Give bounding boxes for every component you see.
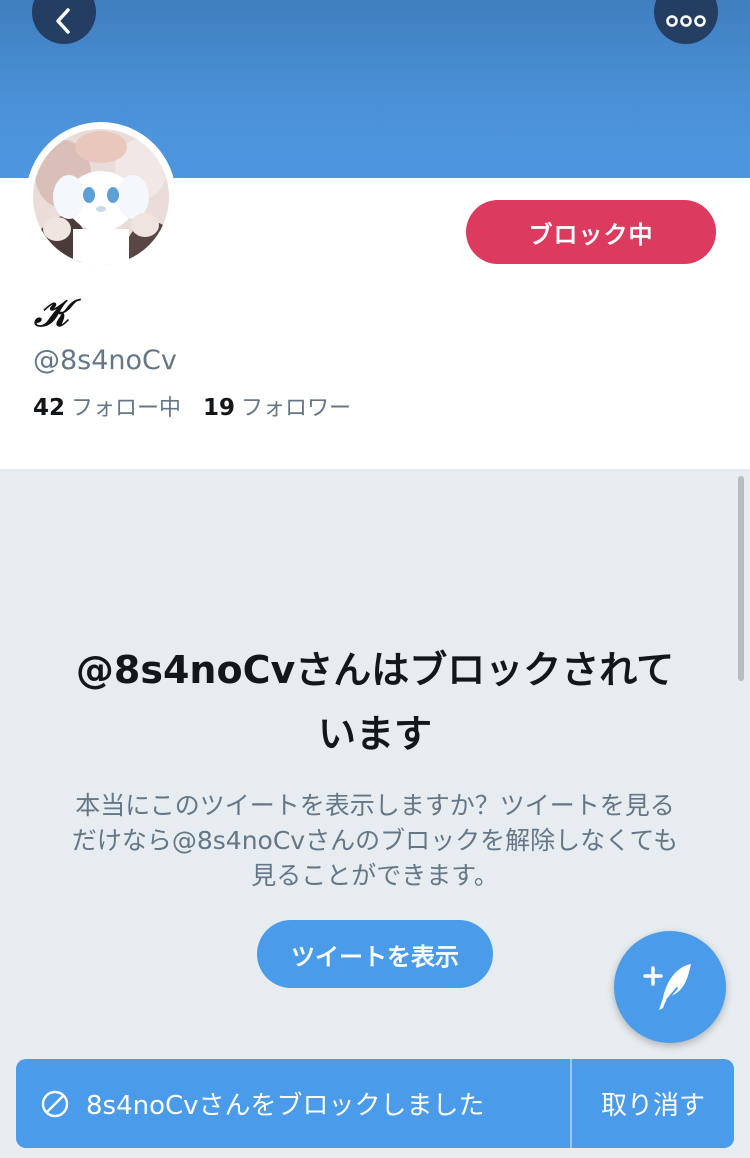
followers-label: フォロワー xyxy=(241,396,352,421)
following-count: 42 xyxy=(33,395,66,421)
avatar[interactable] xyxy=(26,122,176,272)
show-tweets-button[interactable]: ツイートを表示 xyxy=(257,920,493,988)
block-icon xyxy=(41,1090,69,1117)
avatar-image xyxy=(33,129,169,265)
chevron-left-icon xyxy=(56,8,70,34)
following-label: フォロー中 xyxy=(71,396,182,421)
block-confirmation-toast: 8s4noCvさんをブロックしました 取り消す xyxy=(16,1059,734,1148)
followers-count: 19 xyxy=(203,395,236,421)
blocked-button[interactable]: ブロック中 xyxy=(466,200,716,264)
scrollbar[interactable] xyxy=(738,476,744,681)
blocked-notice-title: @8s4noCvさんはブロックされています xyxy=(75,648,675,756)
followers-stat[interactable]: 19 フォロワー xyxy=(203,390,351,422)
display-name: 𝒦 xyxy=(34,290,70,335)
compose-tweet-icon xyxy=(643,964,691,1010)
toast-message: 8s4noCvさんをブロックしました xyxy=(86,1091,485,1121)
follow-stats: 42 フォロー中 19 フォロワー xyxy=(33,390,351,422)
undo-button[interactable]: 取り消す xyxy=(572,1059,734,1148)
compose-tweet-button[interactable] xyxy=(614,931,726,1043)
blocked-notice-description: 本当にこのツイートを表示しますか？ツイートを見るだけなら@8s4noCvさんのブ… xyxy=(71,791,679,890)
user-handle: @8s4noCv xyxy=(33,345,177,376)
following-stat[interactable]: 42 フォロー中 xyxy=(33,390,181,422)
toast-message-area: 8s4noCvさんをブロックしました xyxy=(16,1059,570,1148)
more-horizontal-icon xyxy=(666,15,706,27)
